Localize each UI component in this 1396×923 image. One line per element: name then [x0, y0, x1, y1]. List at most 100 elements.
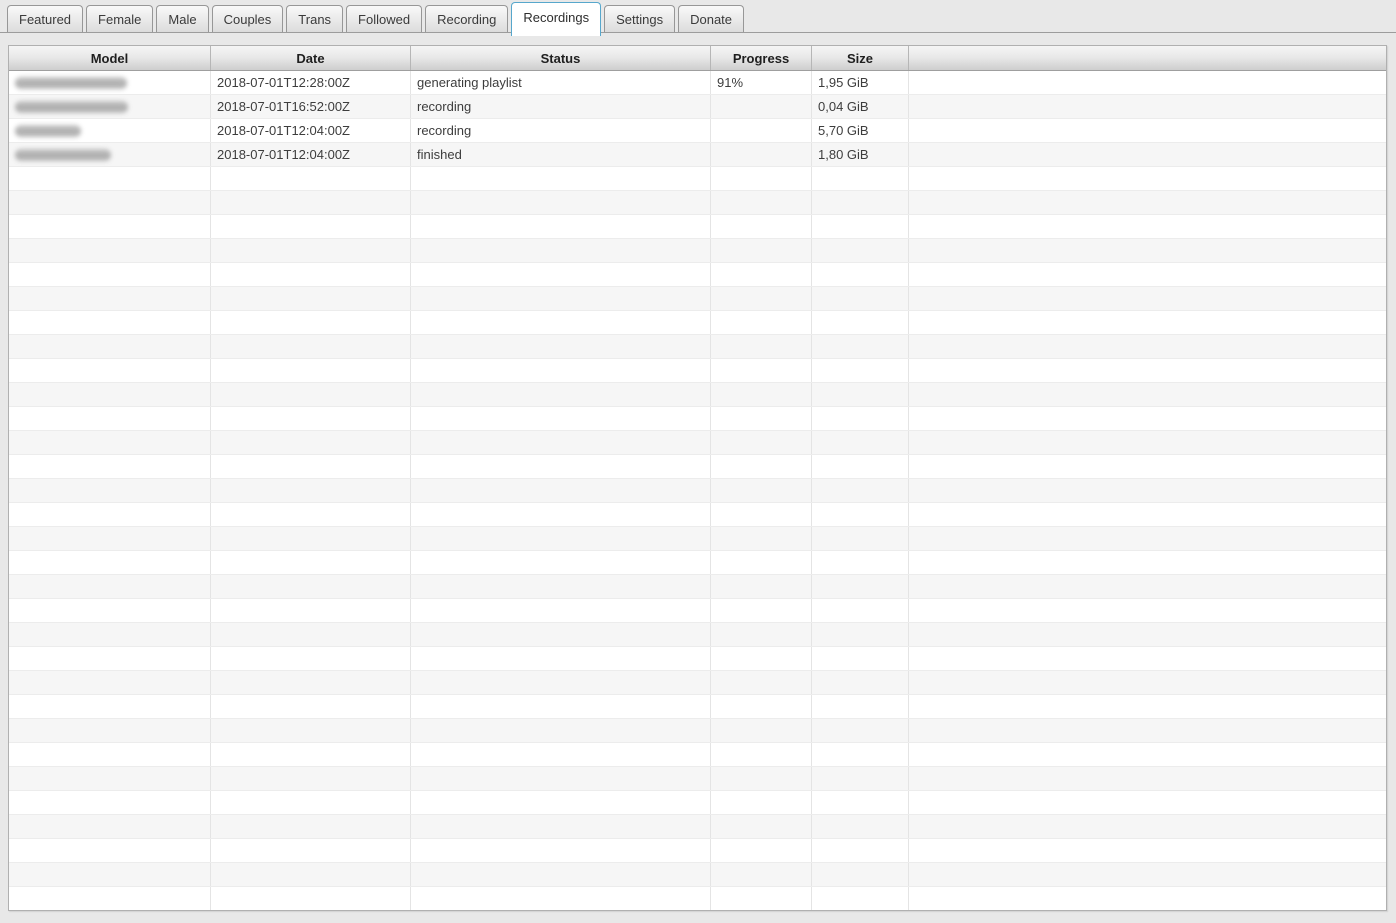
- cell-extra: [909, 719, 1386, 742]
- column-header-status[interactable]: Status: [411, 46, 711, 70]
- table-row-empty: [9, 575, 1386, 599]
- tab-couples[interactable]: Couples: [211, 5, 284, 32]
- table-row[interactable]: 2018-07-01T12:28:00Z generating playlist 9…: [9, 71, 1386, 95]
- cell-progress: [711, 695, 812, 718]
- table-row-empty: [9, 863, 1386, 887]
- tab-recording[interactable]: Recording: [425, 5, 509, 32]
- cell-size: [812, 551, 909, 574]
- cell-size: [812, 383, 909, 406]
- cell-extra: [909, 623, 1386, 646]
- cell-model: [9, 191, 211, 214]
- cell-status: [411, 191, 711, 214]
- cell-size: [812, 791, 909, 814]
- cell-model: [9, 623, 211, 646]
- tab-male[interactable]: Male: [156, 5, 209, 32]
- table-row-empty: [9, 887, 1386, 910]
- cell-progress: [711, 479, 812, 502]
- cell-status: [411, 335, 711, 358]
- cell-size: [812, 431, 909, 454]
- table-row[interactable]: 2018-07-01T16:52:00Z recording 0,04 GiB: [9, 95, 1386, 119]
- cell-progress: [711, 95, 812, 118]
- cell-model: [9, 767, 211, 790]
- model-name-redacted: [15, 148, 111, 161]
- cell-model: [9, 671, 211, 694]
- cell-model: [9, 215, 211, 238]
- cell-size: 0,04 GiB: [812, 95, 909, 118]
- cell-status: [411, 863, 711, 886]
- cell-date: [211, 455, 411, 478]
- cell-date: 2018-07-01T12:28:00Z: [211, 71, 411, 94]
- cell-extra: [909, 479, 1386, 502]
- cell-date: [211, 647, 411, 670]
- cell-size: [812, 695, 909, 718]
- table-row-empty: [9, 503, 1386, 527]
- cell-date: [211, 839, 411, 862]
- cell-progress: [711, 407, 812, 430]
- cell-size: [812, 599, 909, 622]
- tab-female[interactable]: Female: [86, 5, 154, 32]
- model-name-redacted: [15, 76, 127, 89]
- cell-extra: [909, 575, 1386, 598]
- cell-progress: [711, 311, 812, 334]
- column-header-extra[interactable]: [909, 46, 1386, 70]
- table-row[interactable]: 2018-07-01T12:04:00Z finished 1,80 GiB: [9, 143, 1386, 167]
- cell-extra: [909, 791, 1386, 814]
- cell-status: [411, 767, 711, 790]
- tab-recordings[interactable]: Recordings: [511, 2, 602, 36]
- cell-progress: [711, 671, 812, 694]
- cell-model: [9, 695, 211, 718]
- cell-progress: [711, 119, 812, 142]
- cell-model: [9, 719, 211, 742]
- cell-date: [211, 695, 411, 718]
- cell-model: [9, 863, 211, 886]
- tab-settings[interactable]: Settings: [604, 5, 676, 32]
- cell-status: [411, 839, 711, 862]
- table-row-empty: [9, 311, 1386, 335]
- cell-date: [211, 407, 411, 430]
- column-header-size[interactable]: Size: [812, 46, 909, 70]
- table-row-empty: [9, 791, 1386, 815]
- table-row[interactable]: 2018-07-01T12:04:00Z recording 5,70 GiB: [9, 119, 1386, 143]
- cell-date: [211, 311, 411, 334]
- cell-extra: [909, 383, 1386, 406]
- column-header-date[interactable]: Date: [211, 46, 411, 70]
- cell-extra: [909, 335, 1386, 358]
- cell-date: [211, 575, 411, 598]
- cell-progress: [711, 239, 812, 262]
- cell-extra: [909, 119, 1386, 142]
- cell-model: [9, 503, 211, 526]
- cell-status: finished: [411, 143, 711, 166]
- tab-followed[interactable]: Followed: [346, 5, 423, 32]
- cell-status: [411, 215, 711, 238]
- cell-size: [812, 215, 909, 238]
- cell-date: [211, 791, 411, 814]
- cell-model: [9, 743, 211, 766]
- tab-donate[interactable]: Donate: [678, 5, 745, 32]
- cell-status: generating playlist: [411, 71, 711, 94]
- tab-featured[interactable]: Featured: [7, 5, 84, 32]
- tab-trans[interactable]: Trans: [286, 5, 344, 32]
- table-body: 2018-07-01T12:28:00Z generating playlist 9…: [9, 71, 1386, 910]
- cell-model: [9, 431, 211, 454]
- cell-size: [812, 719, 909, 742]
- cell-extra: [909, 167, 1386, 190]
- cell-extra: [909, 215, 1386, 238]
- cell-status: [411, 695, 711, 718]
- cell-model: [9, 383, 211, 406]
- cell-date: [211, 743, 411, 766]
- table-row-empty: [9, 719, 1386, 743]
- cell-model: [9, 407, 211, 430]
- table-row-empty: [9, 359, 1386, 383]
- table-row-empty: [9, 839, 1386, 863]
- cell-size: [812, 623, 909, 646]
- cell-date: 2018-07-01T16:52:00Z: [211, 95, 411, 118]
- cell-progress: [711, 767, 812, 790]
- cell-date: [211, 215, 411, 238]
- cell-progress: [711, 359, 812, 382]
- cell-model: [9, 95, 211, 118]
- table-row-empty: [9, 431, 1386, 455]
- cell-extra: [909, 647, 1386, 670]
- cell-extra: [909, 695, 1386, 718]
- column-header-progress[interactable]: Progress: [711, 46, 812, 70]
- column-header-model[interactable]: Model: [9, 46, 211, 70]
